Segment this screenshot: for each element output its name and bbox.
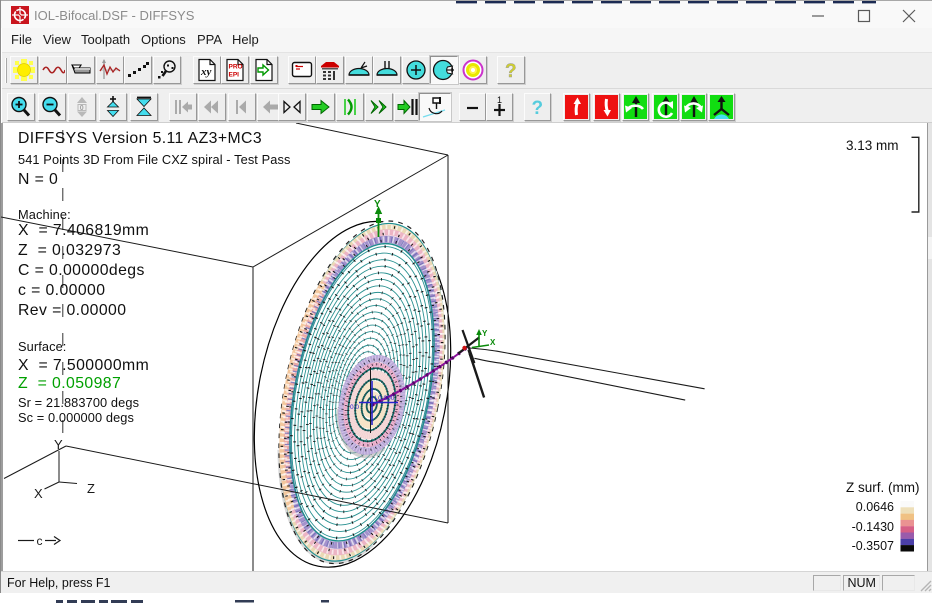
svg-text:c: c — [37, 534, 43, 548]
svg-text:Y: Y — [374, 199, 381, 210]
svg-text:?: ? — [505, 61, 517, 82]
svg-text:EPI: EPI — [229, 72, 240, 79]
svg-text:xy: xy — [200, 66, 212, 78]
svg-text:0: 0 — [80, 105, 84, 112]
svg-text:L0.000: L0.000 — [375, 395, 395, 402]
svg-text:PRO: PRO — [229, 64, 243, 71]
svg-text:X: X — [490, 338, 496, 347]
svg-text:0.0: 0.0 — [350, 404, 359, 411]
svg-text:Z: Z — [87, 481, 95, 496]
svg-text:X: X — [34, 486, 43, 501]
svg-text:?: ? — [531, 98, 543, 119]
svg-text:Y: Y — [482, 329, 488, 338]
svg-text:1: 1 — [497, 95, 502, 105]
svg-text:Y: Y — [54, 437, 63, 452]
